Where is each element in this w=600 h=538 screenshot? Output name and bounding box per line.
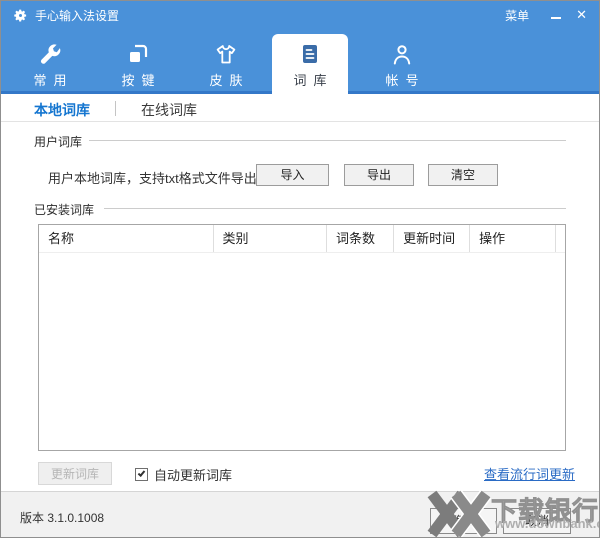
keycap-icon <box>126 42 150 66</box>
menu-button[interactable]: 菜单 <box>505 7 529 24</box>
checkbox-checked-icon[interactable] <box>135 468 148 481</box>
export-button[interactable]: 导出 <box>344 164 414 186</box>
installed-dict-section-title: 已安装词库 <box>34 203 95 217</box>
auto-update-label: 自动更新词库 <box>154 468 233 483</box>
tab-label: 皮肤 <box>209 73 250 88</box>
cancel-button[interactable]: 取消 <box>503 508 571 534</box>
clear-button[interactable]: 清空 <box>428 164 498 186</box>
version-text: 版本 3.1.0.1008 <box>20 511 105 525</box>
user-dict-description: 用户本地词库，支持txt格式文件导出 <box>48 171 257 186</box>
tab-common[interactable]: 常用 <box>6 29 94 94</box>
local-dictionary-panel: 用户词库 用户本地词库，支持txt格式文件导出 导入 导出 清空 已安装词库 名… <box>1 122 599 491</box>
column-header-update-time: 更新时间 <box>394 225 471 252</box>
user-dict-section-title: 用户词库 <box>34 135 83 149</box>
subtab-online-dictionary[interactable]: 在线词库 <box>141 100 197 120</box>
footer-bar: 版本 3.1.0.1008 确定 取消 <box>1 491 599 537</box>
tshirt-icon <box>214 42 238 66</box>
installed-dictionaries-table: 名称 类别 词条数 更新时间 操作 <box>38 224 566 451</box>
window-title: 手心输入法设置 <box>35 8 120 23</box>
subtab-divider <box>115 101 116 116</box>
ok-button[interactable]: 确定 <box>430 508 497 534</box>
check-mark-icon <box>137 469 146 477</box>
tab-skin[interactable]: 皮肤 <box>182 29 270 94</box>
tab-keys[interactable]: 按键 <box>94 29 182 94</box>
table-body-empty <box>39 253 565 451</box>
gear-icon <box>14 9 27 21</box>
column-header-entry-count: 词条数 <box>327 225 395 252</box>
column-header-spacer <box>556 225 565 252</box>
auto-update-checkbox-group[interactable]: 自动更新词库 <box>135 465 232 484</box>
table-header-row: 名称 类别 词条数 更新时间 操作 <box>39 225 565 253</box>
section-divider <box>89 140 566 141</box>
user-icon <box>390 42 414 66</box>
minimize-icon[interactable] <box>551 9 562 21</box>
tab-dictionary[interactable]: 词库 <box>272 34 348 97</box>
update-dictionary-button[interactable]: 更新词库 <box>38 462 112 485</box>
tab-label: 常用 <box>33 73 74 88</box>
popular-words-update-link[interactable]: 查看流行词更新 <box>484 464 575 483</box>
tab-label: 帐号 <box>385 73 426 88</box>
wrench-icon <box>38 42 62 66</box>
subtab-local-dictionary[interactable]: 本地词库 <box>34 100 90 120</box>
main-tabbar: 常用 按键 皮肤 词库 帐号 <box>1 29 599 97</box>
close-icon[interactable]: ✕ <box>576 8 587 21</box>
tab-account[interactable]: 帐号 <box>358 29 446 94</box>
dictionary-icon <box>298 42 322 66</box>
tab-label: 按键 <box>121 73 162 88</box>
column-header-operation: 操作 <box>470 225 556 252</box>
tab-label: 词库 <box>293 73 334 88</box>
section-divider <box>104 208 566 209</box>
import-button[interactable]: 导入 <box>256 164 329 186</box>
titlebar: 手心输入法设置 菜单 ✕ <box>1 1 599 29</box>
column-header-name: 名称 <box>39 225 214 252</box>
column-header-category: 类别 <box>214 225 327 252</box>
settings-window: 手心输入法设置 菜单 ✕ 常用 按键 皮肤 词库 帐号 本地词库 在线词库 用户… <box>0 0 600 538</box>
sub-tabbar: 本地词库 在线词库 <box>1 94 599 122</box>
